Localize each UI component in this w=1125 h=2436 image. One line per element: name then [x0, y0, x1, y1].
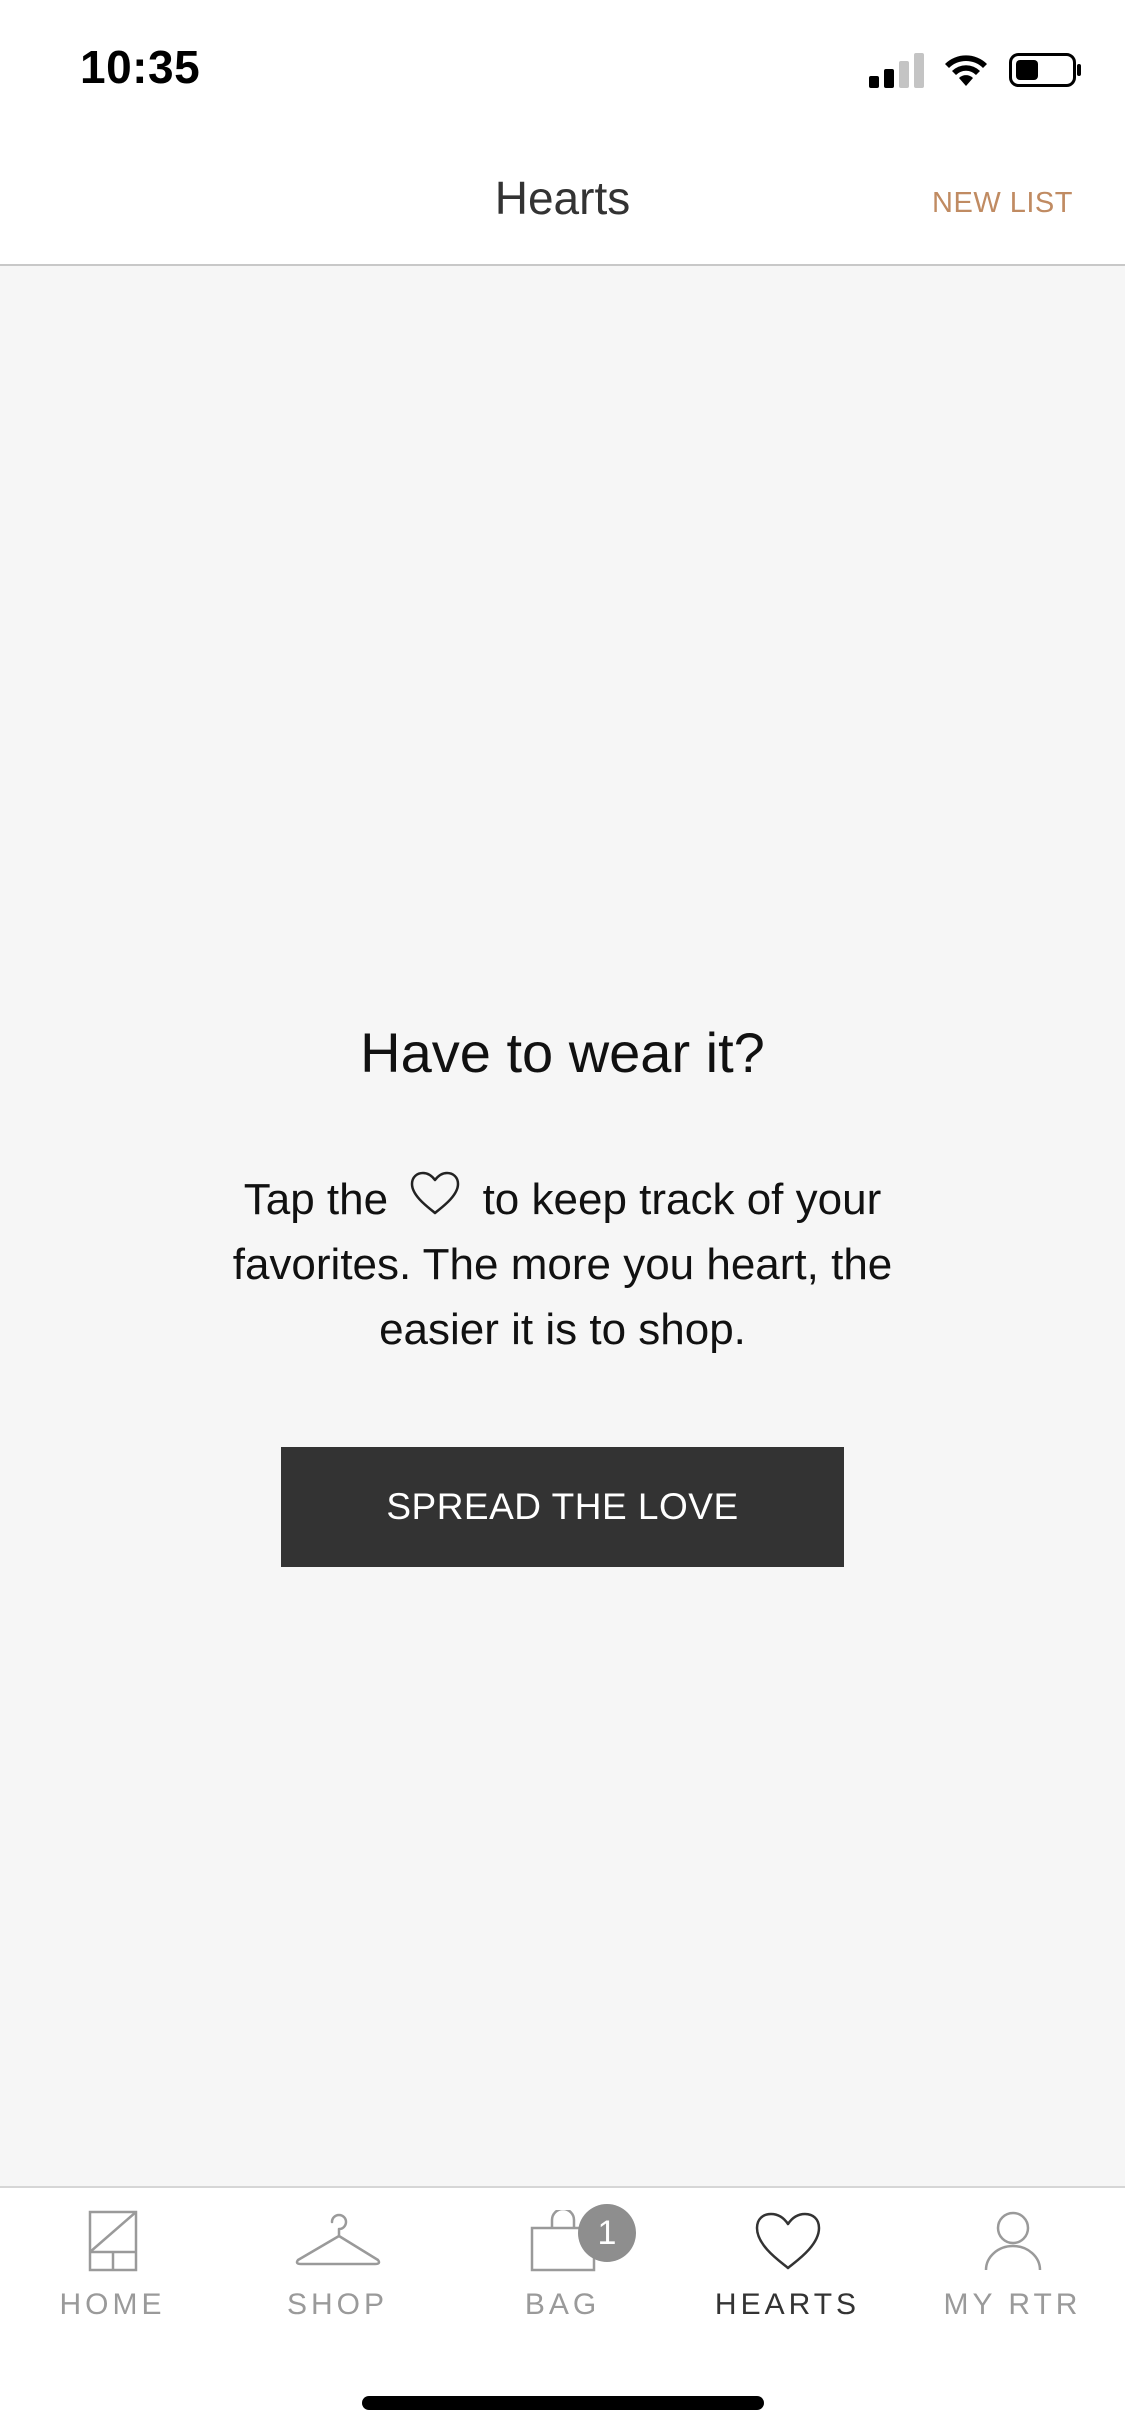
- hanger-icon: [295, 2213, 380, 2266]
- tab-label-home: HOME: [59, 2288, 166, 2321]
- heart-icon: [755, 2212, 820, 2270]
- wifi-icon: [945, 55, 987, 86]
- home-icon: [88, 2210, 137, 2272]
- empty-state-title: Have to wear it?: [360, 1021, 765, 1084]
- battery-icon: [1009, 53, 1081, 87]
- message-text-before-icon: Tap the: [243, 1175, 389, 1224]
- empty-state: Have to wear it? Tap the to keep track o…: [0, 1020, 1125, 1567]
- home-indicator[interactable]: [362, 2396, 764, 2410]
- bag-count-badge: 1: [578, 2204, 636, 2262]
- hearts-screen: 10:35 Hearts NEW LIST Have to wear it? T…: [0, 0, 1125, 2436]
- tab-label-my-rtr: MY RTR: [943, 2288, 1082, 2321]
- empty-state-message: Tap the to keep track of your favorites.…: [183, 1167, 943, 1362]
- status-time: 10:35: [80, 41, 201, 93]
- cellular-signal-icon: [869, 53, 924, 88]
- status-icons: [869, 50, 1083, 90]
- tab-label-shop: SHOP: [286, 2288, 389, 2321]
- tab-label-bag: BAG: [524, 2288, 601, 2321]
- new-list-button[interactable]: NEW LIST: [932, 187, 1073, 220]
- navigation-header: Hearts NEW LIST: [0, 135, 1125, 266]
- heart-icon: [411, 1171, 460, 1215]
- tab-home[interactable]: HOME: [0, 2188, 225, 2348]
- tab-hearts[interactable]: HEARTS: [675, 2188, 900, 2348]
- tab-shop[interactable]: SHOP: [225, 2188, 450, 2348]
- spread-the-love-button[interactable]: SPREAD THE LOVE: [281, 1447, 844, 1567]
- status-bar: 10:35: [0, 0, 1125, 135]
- person-icon: [984, 2211, 1041, 2271]
- tab-my-rtr[interactable]: MY RTR: [900, 2188, 1125, 2348]
- tab-bag[interactable]: BAG: [450, 2188, 675, 2348]
- tab-label-hearts: HEARTS: [714, 2288, 861, 2321]
